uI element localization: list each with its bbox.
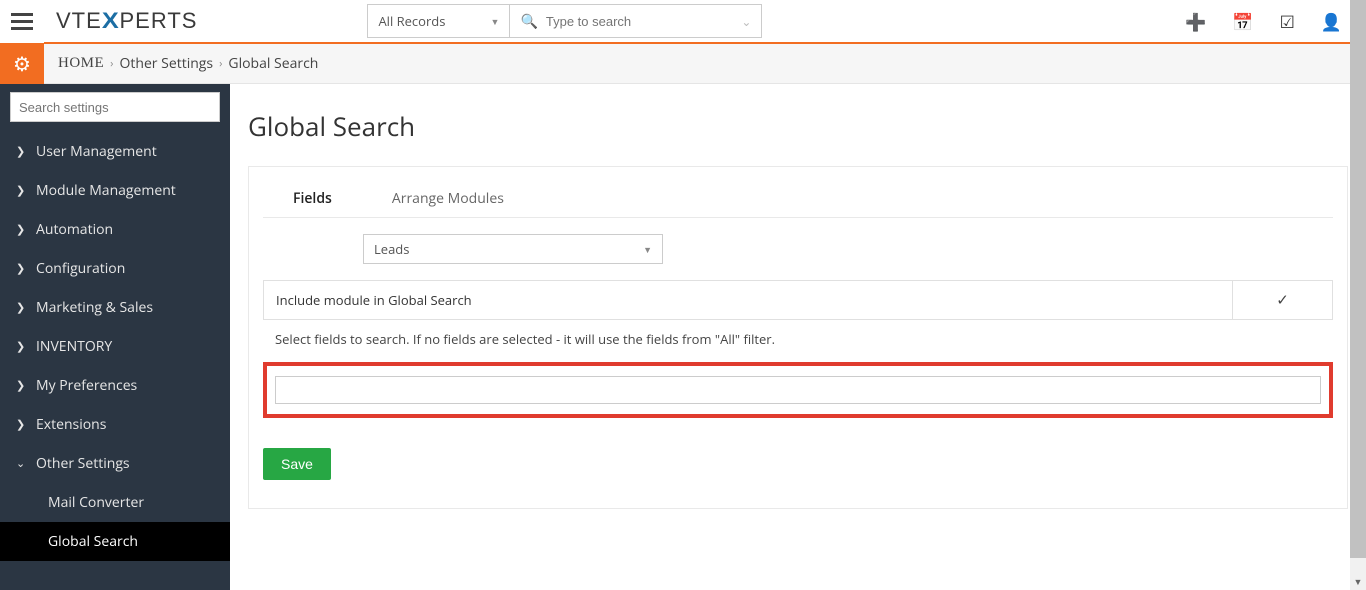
chevron-right-icon: ❯: [16, 222, 30, 237]
logo: VTEXPERTS: [56, 8, 197, 34]
search-icon: 🔍: [520, 12, 537, 31]
include-row: Include module in Global Search ✓: [263, 280, 1333, 320]
tabs: Fields Arrange Modules: [263, 181, 1333, 218]
fields-to-search-input[interactable]: [275, 376, 1321, 404]
settings-search-input[interactable]: [10, 92, 220, 122]
chevron-right-icon: ❯: [16, 183, 30, 198]
fields-input-highlight: [263, 362, 1333, 418]
chevron-right-icon: ❯: [16, 417, 30, 432]
breadcrumb-home[interactable]: HOME: [58, 55, 104, 72]
tab-arrange-modules[interactable]: Arrange Modules: [362, 181, 534, 217]
chevron-right-icon: ❯: [16, 261, 30, 276]
chevron-right-icon: ❯: [16, 339, 30, 354]
sidebar-item-other-settings[interactable]: ⌄ Other Settings: [0, 444, 230, 483]
chevron-right-icon: ❯: [16, 144, 30, 159]
gear-icon: ⚙: [13, 50, 31, 77]
sidebar-sub-label: Global Search: [48, 532, 138, 551]
module-select-value: Leads: [374, 240, 409, 258]
module-select[interactable]: Leads ▼: [363, 234, 663, 264]
scrollbar-thumb[interactable]: [1350, 0, 1366, 558]
hamburger-button[interactable]: [0, 0, 44, 43]
user-icon[interactable]: 👤: [1321, 10, 1342, 33]
scrollbar-down-arrow[interactable]: ▼: [1350, 575, 1366, 588]
hamburger-icon: [11, 20, 33, 23]
sidebar-item-label: Configuration: [36, 259, 125, 278]
settings-sidebar: ❯ User Management ❯ Module Management ❯ …: [0, 84, 230, 590]
sidebar-item-my-preferences[interactable]: ❯ My Preferences: [0, 366, 230, 405]
sidebar-item-label: INVENTORY: [36, 337, 112, 356]
check-icon: ✓: [1276, 290, 1289, 310]
sidebar-item-marketing-sales[interactable]: ❯ Marketing & Sales: [0, 288, 230, 327]
logo-text-pre: VTE: [56, 8, 102, 34]
caret-down-icon: ▼: [491, 15, 500, 28]
breadcrumb-other-settings[interactable]: Other Settings: [119, 54, 213, 73]
sidebar-item-label: Other Settings: [36, 454, 130, 473]
global-search-input[interactable]: [546, 14, 742, 29]
calendar-icon[interactable]: 📅: [1232, 10, 1253, 33]
chevron-right-icon: ❯: [16, 378, 30, 393]
settings-search-wrap: [10, 92, 220, 122]
page-title: Global Search: [248, 108, 1348, 144]
include-label: Include module in Global Search: [264, 281, 1232, 319]
checkbox-icon[interactable]: ☑: [1280, 10, 1295, 33]
sidebar-item-extensions[interactable]: ❯ Extensions: [0, 405, 230, 444]
chevron-right-icon: ›: [219, 56, 222, 71]
sidebar-item-automation[interactable]: ❯ Automation: [0, 210, 230, 249]
breadcrumb: HOME › Other Settings › Global Search: [58, 54, 318, 73]
sidebar-item-label: Extensions: [36, 415, 106, 434]
global-search-group: All Records ▼ 🔍 ⌄: [367, 4, 762, 38]
sidebar-sub-mail-converter[interactable]: Mail Converter: [0, 483, 230, 522]
chevron-right-icon: ❯: [16, 300, 30, 315]
page-scrollbar[interactable]: ▼: [1350, 0, 1366, 590]
add-icon[interactable]: ➕: [1185, 10, 1206, 33]
page-body: ❯ User Management ❯ Module Management ❯ …: [0, 84, 1366, 590]
sidebar-sub-label: Mail Converter: [48, 493, 144, 512]
chevron-down-icon: ⌄: [16, 456, 30, 471]
breadcrumb-global-search: Global Search: [228, 54, 318, 73]
logo-x: X: [102, 8, 120, 34]
include-checkbox[interactable]: ✓: [1232, 281, 1332, 319]
tab-fields[interactable]: Fields: [263, 181, 362, 218]
breadcrumb-row: ⚙ HOME › Other Settings › Global Search: [0, 44, 1366, 84]
expand-search-icon[interactable]: ⌄: [741, 13, 751, 30]
top-bar: VTEXPERTS All Records ▼ 🔍 ⌄ ➕ 📅 ☑ 👤: [0, 0, 1366, 44]
main-content: Global Search Fields Arrange Modules Lea…: [230, 84, 1366, 590]
sidebar-item-label: Marketing & Sales: [36, 298, 153, 317]
top-right-icons: ➕ 📅 ☑ 👤: [1185, 10, 1366, 33]
sidebar-item-label: Module Management: [36, 181, 176, 200]
save-button[interactable]: Save: [263, 448, 331, 480]
sidebar-item-inventory[interactable]: ❯ INVENTORY: [0, 327, 230, 366]
settings-gear-box[interactable]: ⚙: [0, 44, 44, 84]
sidebar-item-label: My Preferences: [36, 376, 137, 395]
records-scope-label: All Records: [378, 12, 445, 30]
sidebar-item-label: Automation: [36, 220, 113, 239]
settings-panel: Fields Arrange Modules Leads ▼ Include m…: [248, 166, 1348, 509]
sidebar-sub-global-search[interactable]: Global Search: [0, 522, 230, 561]
chevron-right-icon: ›: [110, 56, 113, 71]
helper-text: Select fields to search. If no fields ar…: [263, 320, 1333, 362]
sidebar-item-configuration[interactable]: ❯ Configuration: [0, 249, 230, 288]
sidebar-item-module-management[interactable]: ❯ Module Management: [0, 171, 230, 210]
sidebar-item-user-management[interactable]: ❯ User Management: [0, 132, 230, 171]
sidebar-item-label: User Management: [36, 142, 157, 161]
global-search-box: 🔍 ⌄: [510, 4, 762, 38]
records-scope-select[interactable]: All Records ▼: [367, 4, 510, 38]
logo-text-post: PERTS: [119, 8, 197, 34]
caret-down-icon: ▼: [643, 243, 652, 256]
